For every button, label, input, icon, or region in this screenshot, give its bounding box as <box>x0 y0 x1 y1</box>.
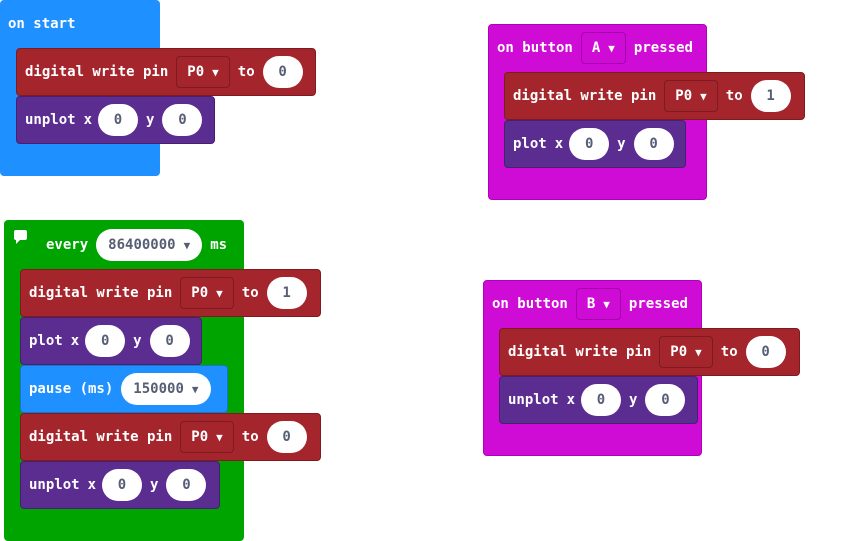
y-label: y <box>133 333 142 349</box>
plot-label: plot <box>29 333 63 349</box>
pin-value: P0 <box>191 429 209 445</box>
button-dropdown[interactable]: B ▼ <box>575 288 621 320</box>
x-label: x <box>70 333 80 349</box>
chevron-down-icon: ▼ <box>191 382 199 396</box>
pressed-label: pressed <box>633 40 693 56</box>
unplot-label: unplot <box>25 112 76 128</box>
digital-write-label: digital write pin <box>29 429 173 445</box>
on-button-label: on button <box>492 296 568 312</box>
value-input[interactable]: 1 <box>750 80 791 112</box>
unplot-block[interactable]: unplot x 0 y 0 <box>20 461 220 509</box>
pin-dropdown[interactable]: P0 ▼ <box>664 80 718 112</box>
to-label: to <box>241 285 259 301</box>
digital-write-block[interactable]: digital write pin P0 ▼ to 0 <box>499 328 800 376</box>
pin-dropdown[interactable]: P0 ▼ <box>659 336 713 368</box>
plot-block[interactable]: plot x 0 y 0 <box>504 120 686 168</box>
digital-write-block[interactable]: digital write pin P0 ▼ to 1 <box>504 72 805 120</box>
x-input[interactable]: 0 <box>98 104 139 136</box>
chevron-down-icon: ▼ <box>603 297 610 311</box>
y-label: y <box>629 392 638 408</box>
digital-write-label: digital write pin <box>508 344 652 360</box>
every-label: every <box>46 237 89 253</box>
chevron-down-icon: ▼ <box>695 345 702 359</box>
chevron-down-icon: ▼ <box>183 238 191 252</box>
pause-label: pause (ms) <box>29 381 114 397</box>
pause-dropdown[interactable]: 150000 ▼ <box>121 373 211 405</box>
pin-value: P0 <box>191 285 209 301</box>
y-label: y <box>617 136 626 152</box>
x-input[interactable]: 0 <box>581 384 622 416</box>
to-label: to <box>241 429 259 445</box>
digital-write-block[interactable]: digital write pin P0 ▼ to 1 <box>20 269 321 317</box>
value-input[interactable]: 0 <box>266 421 307 453</box>
pressed-label: pressed <box>628 296 688 312</box>
y-input[interactable]: 0 <box>162 104 203 136</box>
digital-write-label: digital write pin <box>29 285 173 301</box>
x-label: x <box>87 477 97 493</box>
chevron-down-icon: ▼ <box>216 286 223 300</box>
to-label: to <box>725 88 743 104</box>
digital-write-block[interactable]: digital write pin P0 ▼ to 0 <box>20 413 321 461</box>
to-label: to <box>720 344 738 360</box>
button-value: A <box>591 40 601 56</box>
to-label: to <box>237 64 255 80</box>
value-input[interactable]: 0 <box>745 336 786 368</box>
unplot-label: unplot <box>508 392 559 408</box>
pin-value: P0 <box>675 88 693 104</box>
chevron-down-icon: ▼ <box>608 41 615 55</box>
on-button-label: on button <box>497 40 573 56</box>
value-input[interactable]: 1 <box>266 277 307 309</box>
interval-value: 86400000 <box>108 237 176 253</box>
pin-value: P0 <box>670 344 688 360</box>
y-label: y <box>146 112 155 128</box>
x-label: x <box>554 136 564 152</box>
y-label: y <box>150 477 159 493</box>
button-dropdown[interactable]: A ▼ <box>580 32 626 64</box>
y-input[interactable]: 0 <box>166 469 207 501</box>
pin-dropdown[interactable]: P0 ▼ <box>180 277 234 309</box>
x-input[interactable]: 0 <box>569 128 610 160</box>
x-label: x <box>83 112 93 128</box>
pause-block[interactable]: pause (ms) 150000 ▼ <box>20 365 228 413</box>
interval-dropdown[interactable]: 86400000 ▼ <box>96 229 203 261</box>
chevron-down-icon: ▼ <box>212 65 219 79</box>
digital-write-label: digital write pin <box>513 88 657 104</box>
pin-dropdown[interactable]: P0 ▼ <box>176 56 230 88</box>
digital-write-label: digital write pin <box>25 64 169 80</box>
y-input[interactable]: 0 <box>645 384 686 416</box>
y-input[interactable]: 0 <box>149 325 190 357</box>
chevron-down-icon: ▼ <box>216 430 223 444</box>
chevron-down-icon: ▼ <box>700 89 707 103</box>
on-start-label: on start <box>8 16 76 32</box>
plot-block[interactable]: plot x 0 y 0 <box>20 317 202 365</box>
x-label: x <box>566 392 576 408</box>
unplot-block[interactable]: unplot x 0 y 0 <box>16 96 215 144</box>
unplot-label: unplot <box>29 477 80 493</box>
x-input[interactable]: 0 <box>85 325 126 357</box>
plot-label: plot <box>513 136 547 152</box>
value-input[interactable]: 0 <box>262 56 303 88</box>
x-input[interactable]: 0 <box>102 469 143 501</box>
button-value: B <box>586 296 596 312</box>
pin-dropdown[interactable]: P0 ▼ <box>180 421 234 453</box>
comment-icon[interactable] <box>14 230 27 244</box>
unplot-block[interactable]: unplot x 0 y 0 <box>499 376 698 424</box>
y-input[interactable]: 0 <box>633 128 674 160</box>
pin-value: P0 <box>187 64 205 80</box>
digital-write-block[interactable]: digital write pin P0 ▼ to 0 <box>16 48 316 96</box>
pause-value: 150000 <box>133 381 184 397</box>
ms-label: ms <box>210 237 228 253</box>
